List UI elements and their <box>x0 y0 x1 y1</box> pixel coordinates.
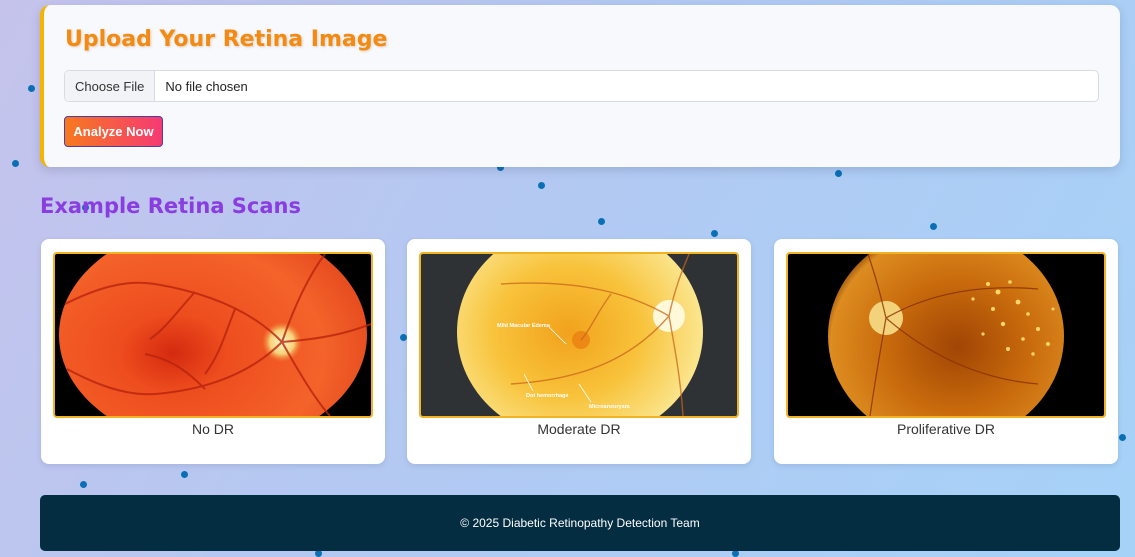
annotation-macular-edema: Mild Macular Edema <box>497 323 551 329</box>
examples-title: Example Retina Scans <box>40 194 302 218</box>
scan-card-no-dr: No DR <box>41 239 385 464</box>
annotation-dot-hemorrhage: Dot hemorrhage <box>526 393 568 399</box>
upload-card: Upload Your Retina Image Choose File No … <box>40 5 1120 167</box>
scan-card-moderate-dr: Mild Macular Edema Dot hemorrhage Microa… <box>407 239 751 464</box>
file-input[interactable]: Choose File No file chosen <box>64 70 1099 102</box>
retina-image-no-dr <box>53 252 373 418</box>
footer: © 2025 Diabetic Retinopathy Detection Te… <box>40 495 1120 551</box>
file-status-text: No file chosen <box>165 78 248 94</box>
scan-caption: Moderate DR <box>537 421 621 437</box>
choose-file-button[interactable]: Choose File <box>65 71 156 101</box>
retina-image-proliferative-dr <box>786 252 1106 418</box>
scan-caption: Proliferative DR <box>896 421 996 437</box>
analyze-now-button[interactable]: Analyze Now <box>64 116 163 147</box>
scan-caption: No DR <box>191 421 234 437</box>
retina-image-moderate-dr: Mild Macular Edema Dot hemorrhage Microa… <box>419 252 739 418</box>
scan-card-proliferative-dr: Proliferative DR <box>774 239 1118 464</box>
annotation-microaneurysm: Microaneurysm <box>589 404 630 410</box>
footer-copyright: © 2025 Diabetic Retinopathy Detection Te… <box>460 516 700 530</box>
upload-title: Upload Your Retina Image <box>65 27 388 52</box>
